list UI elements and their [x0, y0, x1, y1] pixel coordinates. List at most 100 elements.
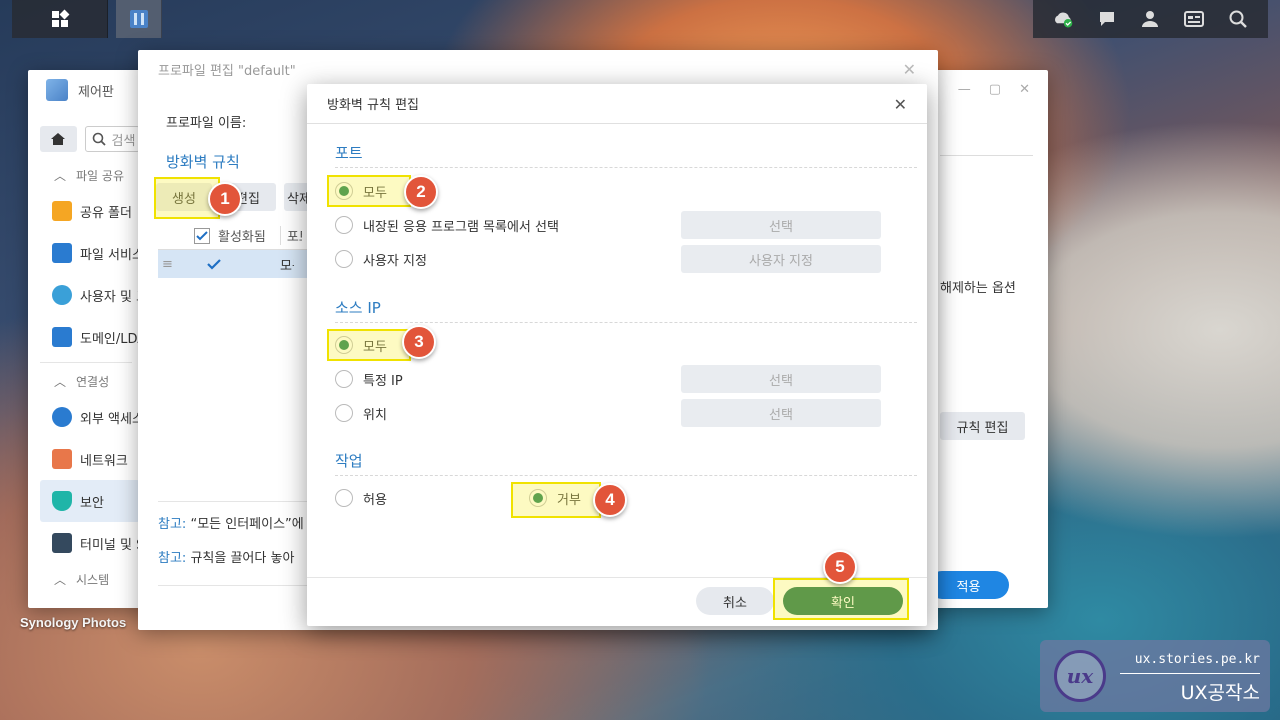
note-key: 참고:: [158, 551, 187, 566]
shield-icon: [52, 491, 72, 511]
highlight-deny: [511, 482, 601, 518]
table-row[interactable]: ≡ 모든: [158, 250, 318, 278]
radio-port-builtin[interactable]: [335, 216, 353, 234]
row-checkbox[interactable]: [206, 256, 222, 272]
sidebar-item-label: 네트워크: [80, 453, 128, 469]
source-ip-location-select-button[interactable]: 선택: [681, 399, 881, 427]
option-description-text: 해제하는 옵션: [940, 281, 1016, 296]
apply-button[interactable]: 적용: [928, 571, 1009, 599]
chevron-up-icon: ︿: [54, 572, 67, 587]
close-icon[interactable]: ✕: [1019, 82, 1030, 97]
home-icon: [51, 133, 66, 145]
control-panel-sidebar: 검색 ︿ 파일 공유 공유 폴더 파일 서비스 사용자 및 그룹 도메인/LDA…: [28, 110, 140, 608]
rules-table-header: 활성화됨 포트: [158, 222, 318, 250]
header-checkbox[interactable]: [194, 227, 210, 244]
option-label: 위치: [363, 407, 387, 423]
sidebar-item-file-services[interactable]: 파일 서비스: [28, 232, 140, 274]
radio-action-allow[interactable]: [335, 489, 353, 507]
main-menu-button[interactable]: [12, 0, 108, 38]
section-action: 작업: [335, 450, 917, 476]
maximize-icon[interactable]: ▢: [989, 82, 1001, 97]
sidebar-item-network[interactable]: 네트워크: [28, 438, 140, 480]
control-panel-title: 제어판: [78, 84, 114, 100]
network-icon: [52, 449, 72, 469]
radio-source-specific[interactable]: [335, 370, 353, 388]
checkmark-icon: [207, 259, 221, 270]
drag-handle-icon[interactable]: ≡: [162, 257, 206, 272]
content-divider: [940, 155, 1033, 156]
cancel-button[interactable]: 취소: [696, 587, 774, 615]
control-panel-taskbar-button[interactable]: [116, 0, 162, 38]
user-icon[interactable]: [1139, 8, 1161, 30]
watermark-url: ux.stories.pe.kr: [1134, 652, 1260, 667]
home-button[interactable]: [40, 126, 77, 152]
taskbar: [12, 0, 162, 38]
window-controls: — ▢ ✕: [958, 82, 1030, 97]
highlight-source-all: [327, 329, 411, 361]
sidebar-item-shared-folder[interactable]: 공유 폴더: [28, 190, 140, 232]
highlight-port-all: [327, 175, 411, 207]
chevron-up-icon: ︿: [54, 168, 67, 183]
sidebar-item-external-access[interactable]: 외부 액세스: [28, 396, 140, 438]
row-port: 모든: [280, 258, 294, 274]
step-badge-2: 2: [404, 175, 438, 209]
sidebar-item-terminal[interactable]: 터미널 및 SNMP: [28, 522, 140, 564]
option-label: 특정 IP: [363, 373, 403, 389]
watermark-brand: UX공작소: [1180, 682, 1260, 704]
dialog-title: 방화벽 규칙 편집: [307, 84, 927, 124]
step-badge-1: 1: [208, 182, 242, 216]
section-label: 파일 공유: [76, 168, 124, 183]
note-text: “모든 인터페이스”에: [190, 517, 304, 532]
sidebar-item-label: 터미널 및 SNMP: [80, 537, 140, 553]
search-icon[interactable]: [1227, 8, 1249, 30]
sidebar-item-label: 파일 서비스: [80, 247, 140, 263]
firewall-rules-heading: 방화벽 규칙: [166, 153, 240, 171]
desktop-app-label[interactable]: Synology Photos: [20, 615, 126, 630]
port-builtin-select-button[interactable]: 선택: [681, 211, 881, 239]
widgets-icon[interactable]: [1183, 8, 1205, 30]
note-key: 참고:: [158, 517, 187, 532]
search-input[interactable]: 검색: [84, 126, 140, 152]
control-panel-icon: [129, 10, 148, 28]
step-badge-3: 3: [402, 325, 436, 359]
edit-rules-button[interactable]: 규칙 편집: [940, 412, 1025, 440]
section-connectivity[interactable]: ︿ 연결성: [28, 366, 140, 396]
logo-icon: ux: [1054, 650, 1106, 702]
section-label: 연결성: [76, 374, 110, 389]
source-ip-specific-select-button[interactable]: 선택: [681, 365, 881, 393]
file-services-icon: [52, 243, 72, 263]
link-icon: [52, 407, 72, 427]
system-tray: [1033, 0, 1268, 38]
checkmark-icon: [194, 227, 210, 244]
sidebar-item-label: 도메인/LDAP: [80, 331, 140, 347]
minimize-icon[interactable]: —: [958, 82, 971, 97]
step-badge-4: 4: [593, 483, 627, 517]
sidebar-item-security[interactable]: 보안: [40, 480, 140, 522]
radio-port-custom[interactable]: [335, 250, 353, 268]
radio-source-location[interactable]: [335, 404, 353, 422]
chevron-up-icon: ︿: [54, 374, 67, 389]
port-custom-button[interactable]: 사용자 지정: [681, 245, 881, 273]
section-label: 시스템: [76, 572, 110, 587]
watermark-divider: [1120, 673, 1260, 674]
sidebar-item-label: 사용자 및 그룹: [80, 289, 140, 305]
profile-name-label: 프로파일 이름:: [166, 116, 247, 131]
option-label: 사용자 지정: [363, 253, 427, 269]
section-port: 포트: [335, 142, 917, 168]
close-icon[interactable]: ✕: [894, 95, 907, 114]
step-badge-5: 5: [823, 550, 857, 584]
domain-icon: [52, 327, 72, 347]
sidebar-item-domain[interactable]: 도메인/LDAP: [28, 316, 140, 358]
note-text: 규칙을 끌어다 놓아: [190, 551, 295, 566]
watermark: ux ux.stories.pe.kr UX공작소: [1040, 640, 1270, 712]
search-icon: [92, 132, 106, 146]
close-icon[interactable]: ✕: [903, 60, 916, 79]
section-system[interactable]: ︿ 시스템: [28, 564, 140, 594]
sidebar-item-users[interactable]: 사용자 및 그룹: [28, 274, 140, 316]
control-panel-app-icon: [46, 79, 68, 101]
section-file-sharing[interactable]: ︿ 파일 공유: [28, 160, 140, 190]
cloud-sync-icon[interactable]: [1052, 8, 1074, 30]
chat-icon[interactable]: [1096, 8, 1118, 30]
action-allow-option[interactable]: 허용: [335, 484, 495, 512]
option-label: 내장된 응용 프로그램 목록에서 선택: [363, 219, 559, 235]
